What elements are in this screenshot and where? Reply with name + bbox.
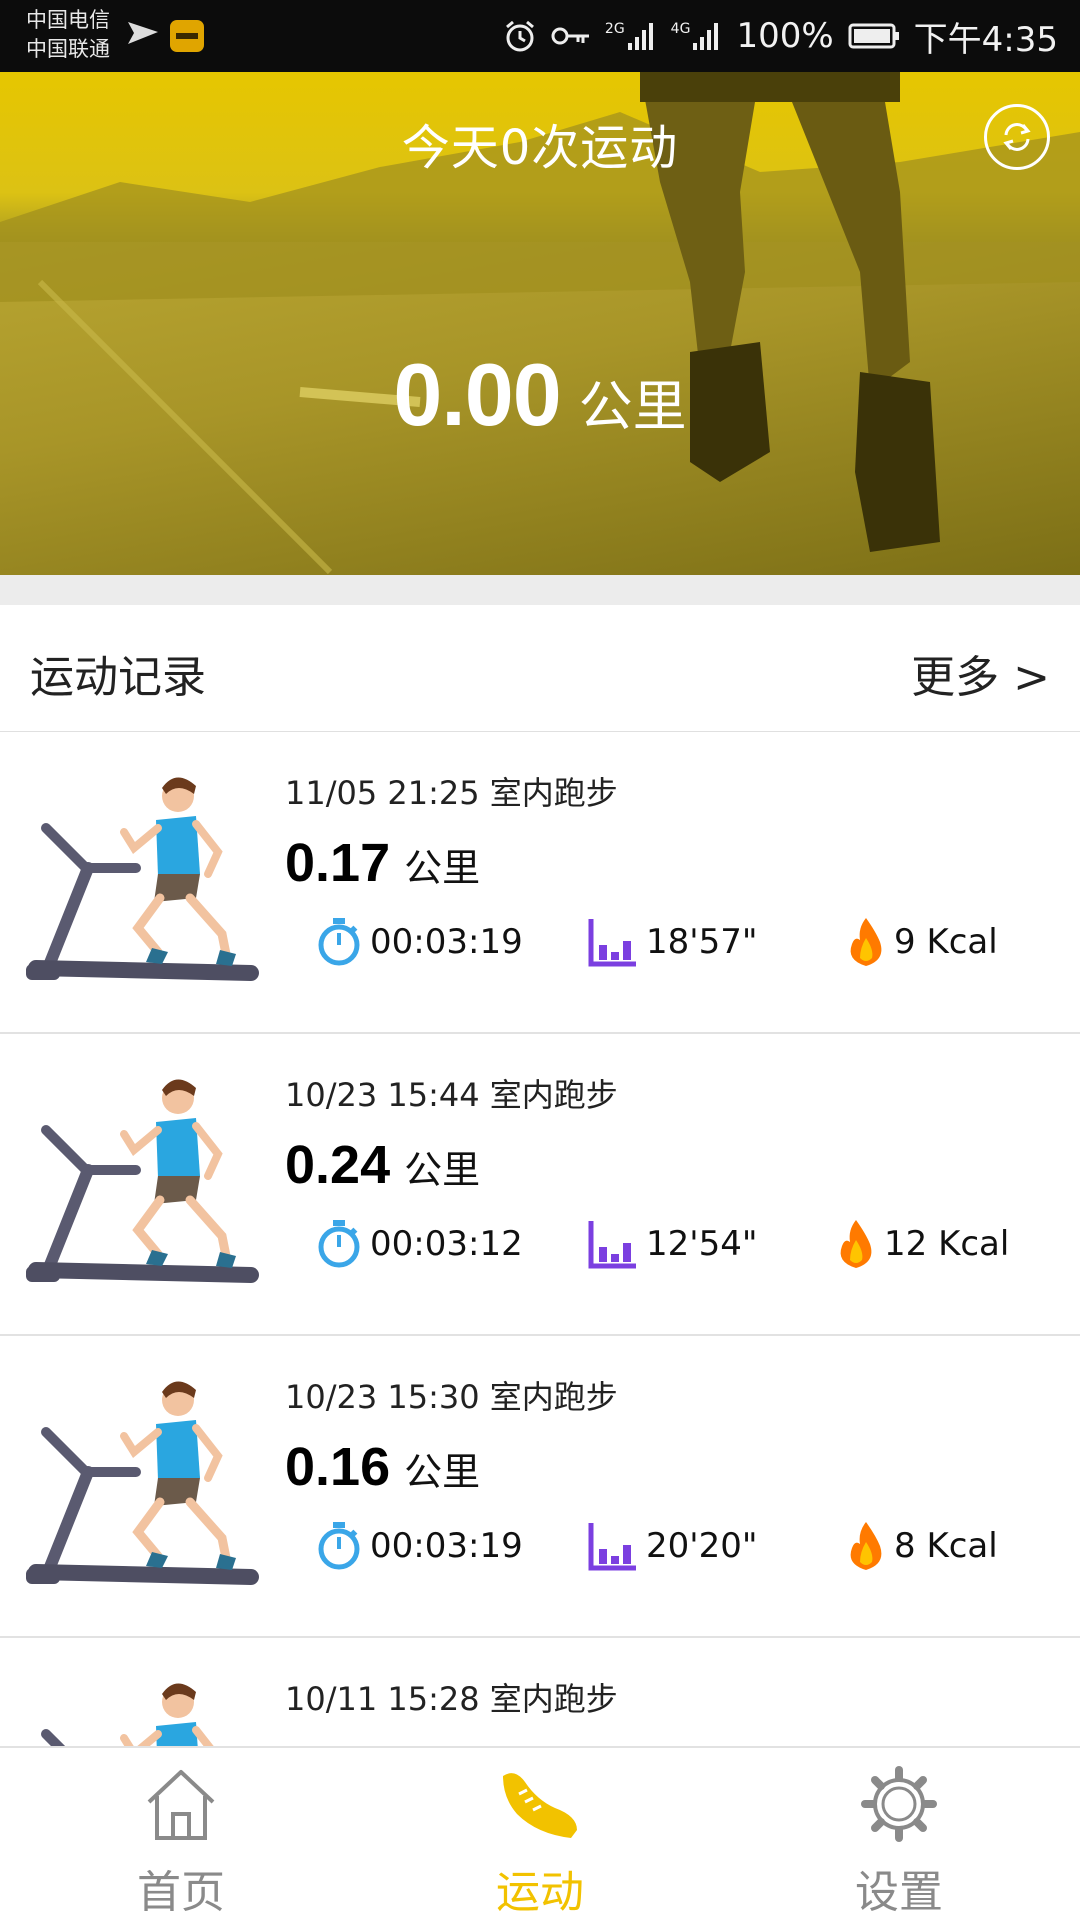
record-row[interactable]: 11/05 21:25 室内跑步 0.17 公里 00:03:19 18'57" 9 Kc… bbox=[0, 732, 1080, 1034]
record-distance: 0.17 公里 bbox=[285, 832, 480, 894]
carrier-2: 中国联通 bbox=[26, 37, 110, 61]
refresh-button[interactable] bbox=[984, 104, 1050, 170]
record-duration-value: 00:03:19 bbox=[370, 1526, 523, 1566]
signal-2g: 2G bbox=[605, 21, 657, 51]
record-distance-unit: 公里 bbox=[404, 1148, 481, 1192]
alarm-icon bbox=[505, 20, 534, 52]
stopwatch-icon bbox=[318, 1220, 360, 1268]
flame-icon bbox=[850, 1522, 882, 1570]
record-duration: 00:03:19 bbox=[316, 914, 523, 970]
status-right: 2G 4G 100% 下午4:35 bbox=[503, 0, 1058, 72]
tab-settings-label: 设置 bbox=[855, 1867, 943, 1918]
pace-chart-icon bbox=[588, 1523, 636, 1571]
record-duration-value: 00:03:12 bbox=[370, 1224, 523, 1264]
signal-4g: 4G bbox=[671, 21, 723, 51]
flame-icon bbox=[840, 1220, 872, 1268]
record-duration-value: 00:03:19 bbox=[370, 922, 523, 962]
record-pace-value: 12'54" bbox=[646, 1224, 758, 1264]
shoe-icon bbox=[503, 1773, 577, 1838]
carrier-labels: 中国电信 中国联通 bbox=[26, 6, 110, 64]
tab-home-label: 首页 bbox=[137, 1867, 225, 1918]
today-distance-unit: 公里 bbox=[578, 375, 687, 438]
records-title: 运动记录 bbox=[30, 652, 206, 703]
record-duration: 00:03:12 bbox=[316, 1216, 523, 1272]
treadmill-runner-icon bbox=[26, 1381, 259, 1585]
tab-settings[interactable]: 设置 bbox=[799, 1748, 999, 1922]
record-calories-value: 12 Kcal bbox=[884, 1224, 1010, 1264]
record-row[interactable]: 10/23 15:44 室内跑步 0.24 公里 00:03:12 12'54" 12 K… bbox=[0, 1034, 1080, 1336]
signal-icon bbox=[627, 23, 653, 50]
clock: 下午4:35 bbox=[913, 19, 1058, 60]
treadmill-runner-icon bbox=[26, 777, 259, 981]
record-distance: 0.16 公里 bbox=[285, 1436, 480, 1498]
record-distance-value: 0.24 bbox=[285, 1135, 391, 1195]
record-row[interactable]: 10/23 15:30 室内跑步 0.16 公里 00:03:19 20'20" 8 Kc… bbox=[0, 1336, 1080, 1638]
section-divider bbox=[0, 575, 1080, 605]
today-distance-value: 0.00 bbox=[393, 345, 561, 444]
battery-icon bbox=[848, 23, 899, 49]
carrier-1: 中国电信 bbox=[26, 8, 110, 32]
tab-home[interactable]: 首页 bbox=[81, 1748, 281, 1922]
record-distance-value: 0.17 bbox=[285, 833, 391, 893]
record-datetime: 10/23 15:44 室内跑步 bbox=[285, 1076, 618, 1114]
send-icon bbox=[128, 22, 158, 44]
record-pace: 18'57" bbox=[588, 914, 758, 970]
today-distance: 0.00 公里 bbox=[0, 344, 1080, 446]
record-pace-value: 20'20" bbox=[646, 1526, 758, 1566]
stopwatch-icon bbox=[318, 918, 360, 966]
record-datetime: 10/23 15:30 室内跑步 bbox=[285, 1378, 618, 1416]
records-header: 运动记录 更多 > bbox=[0, 605, 1080, 733]
pace-chart-icon bbox=[588, 1221, 636, 1269]
refresh-icon bbox=[1003, 123, 1031, 151]
tab-sport[interactable]: 运动 bbox=[440, 1748, 640, 1922]
flame-icon bbox=[850, 918, 882, 966]
home-icon bbox=[147, 1770, 215, 1840]
record-distance-unit: 公里 bbox=[404, 846, 481, 890]
treadmill-runner-icon bbox=[41, 1683, 216, 1748]
record-distance-unit: 公里 bbox=[404, 1450, 481, 1494]
gear-icon bbox=[861, 1766, 937, 1842]
record-calories: 8 Kcal bbox=[846, 1518, 998, 1574]
signal-icon bbox=[693, 23, 719, 50]
hero-banner: 今天0次运动 0.00 公里 bbox=[0, 72, 1080, 575]
app-notification-icon bbox=[170, 20, 204, 52]
key-icon bbox=[551, 27, 589, 45]
more-button[interactable]: 更多 > bbox=[911, 641, 1050, 705]
stopwatch-icon bbox=[318, 1522, 360, 1570]
record-pace-value: 18'57" bbox=[646, 922, 758, 962]
today-count-title: 今天0次运动 bbox=[401, 120, 679, 176]
bottom-nav: 首页 运动 设置 bbox=[0, 1746, 1080, 1922]
network-4g-label: 4G bbox=[670, 21, 691, 37]
network-2g-label: 2G bbox=[604, 21, 625, 37]
status-bar: 中国电信 中国联通 2G 4G 100% 下午4:35 bbox=[0, 0, 1080, 72]
battery-percent: 100% bbox=[736, 16, 834, 56]
record-pace: 12'54" bbox=[588, 1216, 758, 1272]
treadmill-runner-icon bbox=[26, 1079, 259, 1283]
record-pace: 20'20" bbox=[588, 1518, 758, 1574]
record-distance-value: 0.16 bbox=[285, 1437, 391, 1497]
record-datetime: 11/05 21:25 室内跑步 bbox=[285, 774, 618, 812]
record-row[interactable]: 10/11 15:28 室内跑步 bbox=[0, 1638, 1080, 1750]
record-calories: 9 Kcal bbox=[846, 914, 998, 970]
record-calories-value: 8 Kcal bbox=[894, 1526, 998, 1566]
record-calories: 12 Kcal bbox=[836, 1216, 1009, 1272]
record-duration: 00:03:19 bbox=[316, 1518, 523, 1574]
record-distance: 0.24 公里 bbox=[285, 1134, 480, 1196]
pace-chart-icon bbox=[588, 919, 636, 967]
tab-sport-label: 运动 bbox=[496, 1867, 584, 1918]
record-datetime: 10/11 15:28 室内跑步 bbox=[285, 1680, 618, 1718]
record-calories-value: 9 Kcal bbox=[894, 922, 998, 962]
